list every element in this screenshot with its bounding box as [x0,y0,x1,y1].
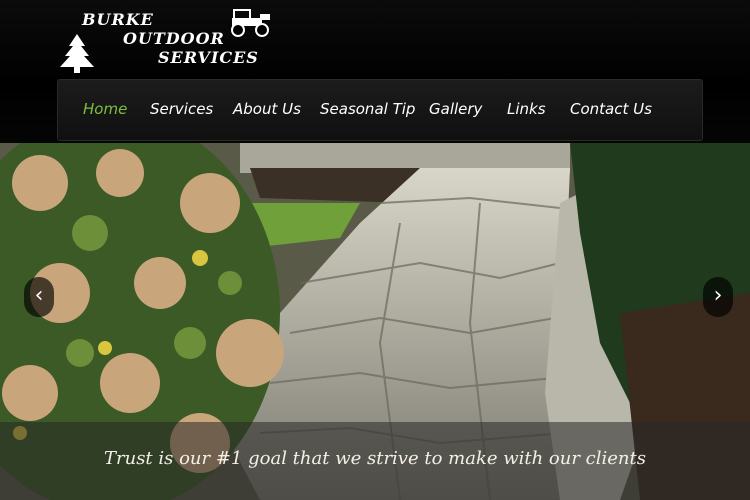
pine-tree-icon [60,34,94,73]
main-nav: Home Services About Us Seasonal Tip Gall… [57,79,703,141]
tractor-mower-icon [231,9,270,37]
brand-line-3: Services [158,48,259,67]
nav-contact-us[interactable]: Contact Us [570,100,652,118]
nav-about-us[interactable]: About Us [233,100,301,118]
nav-home[interactable]: Home [83,100,127,118]
slider-prev-button[interactable]: ‹ [24,277,54,317]
site-header: Burke Outdoor Services Home Services Abo… [0,0,750,143]
brand-line-2: Outdoor [123,29,225,48]
brand-line-1: Burke [82,10,154,29]
nav-links[interactable]: Links [507,100,546,118]
chevron-right-icon: › [713,283,723,308]
nav-seasonal-tip[interactable]: Seasonal Tip [320,100,415,118]
chevron-left-icon: ‹ [34,283,44,308]
slider-next-button[interactable]: › [703,277,733,317]
nav-gallery[interactable]: Gallery [429,100,482,118]
nav-services[interactable]: Services [150,100,213,118]
logo[interactable]: Burke Outdoor Services [58,6,278,78]
slider-caption: Trust is our #1 goal that we strive to m… [103,448,646,469]
